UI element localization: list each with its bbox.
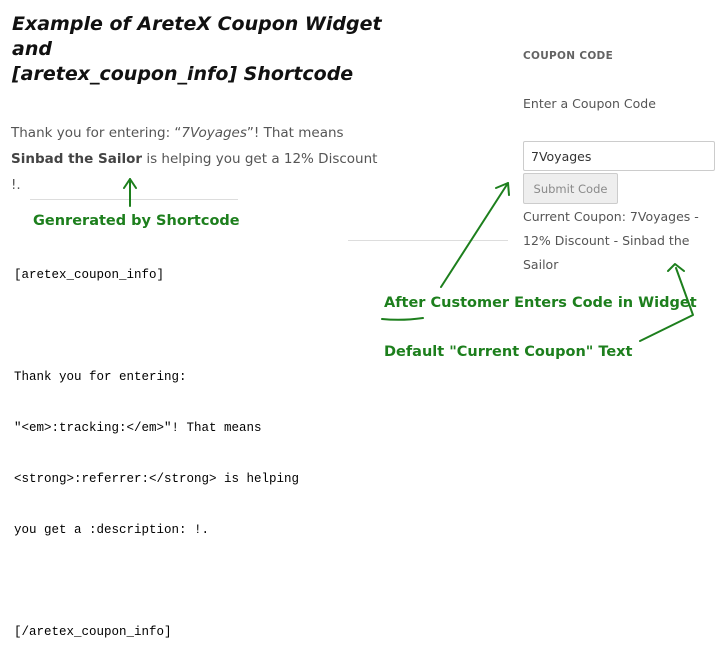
annotation-arrows: [123, 178, 694, 342]
code-line: "<em>:tracking:</em>"! That means: [14, 421, 262, 435]
code-line: <strong>:referrer:</strong> is helping: [14, 472, 300, 486]
code-line: [/aretex_coupon_info]: [14, 625, 172, 639]
default-text-arrow: [639, 267, 694, 342]
code-line: you get a :description: !.: [14, 523, 210, 537]
widget-arrow: [440, 182, 509, 288]
underline-stroke: [381, 317, 424, 321]
